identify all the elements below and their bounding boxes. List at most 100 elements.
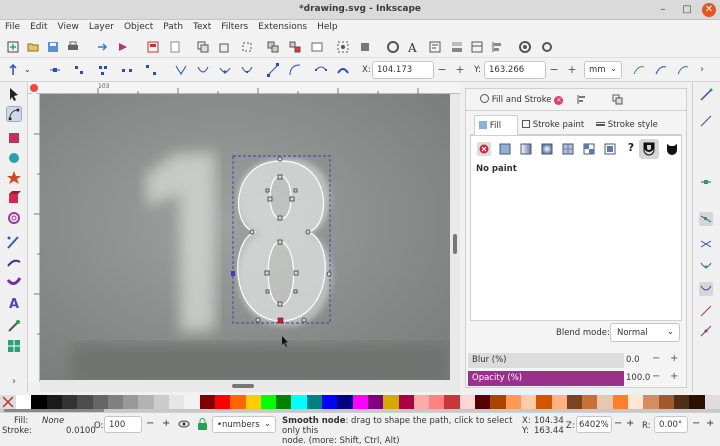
opacity-status-input[interactable]: 100 xyxy=(104,416,142,433)
palette-swatch[interactable] xyxy=(520,395,537,409)
palette-swatch[interactable] xyxy=(475,395,491,409)
palette-swatch[interactable] xyxy=(169,395,185,409)
zoom-decrement[interactable]: − xyxy=(614,418,622,429)
y-coordinate-input[interactable]: 163.266 xyxy=(484,61,546,79)
raise-icon[interactable] xyxy=(310,40,324,54)
snap-bbox-icon[interactable] xyxy=(699,114,713,128)
path-node[interactable] xyxy=(277,239,283,245)
new-document-icon[interactable] xyxy=(6,40,20,54)
path-node[interactable] xyxy=(277,301,283,307)
text-font-dialog-icon[interactable]: A xyxy=(406,40,420,54)
fill-stroke-dialog-icon[interactable] xyxy=(386,40,400,54)
close-tab-icon[interactable]: × xyxy=(554,96,564,105)
minimize-button[interactable]: – xyxy=(656,3,670,17)
x-increment-button[interactable]: + xyxy=(452,61,468,79)
snap-enable-icon[interactable] xyxy=(699,88,713,102)
palette-swatch[interactable] xyxy=(582,395,599,409)
ellipse-tool-icon[interactable] xyxy=(6,150,22,166)
palette-swatch[interactable] xyxy=(214,395,231,409)
insert-node-dropdown-icon[interactable]: ⌄ xyxy=(24,63,38,77)
palette-swatch[interactable] xyxy=(490,395,507,409)
spiral-tool-icon[interactable] xyxy=(6,210,22,226)
color-managed-icon[interactable] xyxy=(28,82,40,94)
palette-swatch[interactable] xyxy=(352,395,369,409)
zoom-drawing-icon[interactable] xyxy=(358,40,372,54)
menu-view[interactable]: View xyxy=(53,20,84,32)
palette-swatch[interactable] xyxy=(199,395,216,409)
path-node[interactable] xyxy=(293,188,298,193)
delete-nodes-icon[interactable] xyxy=(48,63,62,77)
symmetric-node-icon[interactable] xyxy=(218,63,232,77)
star-tool-icon[interactable] xyxy=(6,170,22,186)
path-node[interactable] xyxy=(255,317,261,323)
clone-icon[interactable] xyxy=(218,40,232,54)
palette-swatch[interactable] xyxy=(138,395,155,409)
expand-toolbox-icon[interactable]: › xyxy=(6,376,22,392)
palette-swatch[interactable] xyxy=(123,395,140,409)
fill-rule-nonzero-icon[interactable] xyxy=(665,142,679,156)
no-color-swatch-icon[interactable] xyxy=(2,396,14,408)
rotation-decrement[interactable]: − xyxy=(692,418,700,429)
snap-midpoint-icon[interactable] xyxy=(699,304,713,318)
segment-curve-icon[interactable] xyxy=(288,63,302,77)
fill-rule-evenodd-icon[interactable] xyxy=(639,139,659,159)
palette-swatch[interactable] xyxy=(260,395,277,409)
snap-smooth-icon[interactable] xyxy=(699,282,713,296)
palette-swatch[interactable] xyxy=(643,395,660,409)
opacity-value[interactable]: 100.0 xyxy=(626,373,650,383)
x-decrement-button[interactable]: − xyxy=(434,61,450,79)
pen-tool-icon[interactable] xyxy=(6,234,22,250)
palette-swatch[interactable] xyxy=(245,395,262,409)
open-file-icon[interactable] xyxy=(26,40,40,54)
palette-swatch[interactable] xyxy=(276,395,293,409)
no-paint-icon[interactable] xyxy=(477,142,491,156)
palette-swatch[interactable] xyxy=(459,395,476,409)
snap-cusp-icon[interactable] xyxy=(699,260,713,274)
text-tool-icon[interactable]: A xyxy=(6,294,22,310)
path-node[interactable] xyxy=(249,229,255,235)
opacity-status-increment[interactable]: + xyxy=(162,418,170,429)
opacity-slider[interactable]: Opacity (%) xyxy=(468,371,624,386)
palette-swatch[interactable] xyxy=(658,395,675,409)
pencil-tool-icon[interactable] xyxy=(6,254,22,270)
palette-swatch[interactable] xyxy=(184,395,201,409)
tab-stroke-style[interactable]: Stroke style xyxy=(596,120,658,130)
path-node[interactable] xyxy=(264,270,270,276)
menu-object[interactable]: Object xyxy=(119,20,158,32)
path-node[interactable] xyxy=(305,229,311,235)
duplicate-icon[interactable] xyxy=(196,40,210,54)
tab-fill-and-stroke[interactable]: Fill and Stroke × xyxy=(476,93,567,106)
y-decrement-button[interactable]: − xyxy=(546,61,562,79)
tab-fill[interactable]: Fill xyxy=(474,115,518,135)
palette-swatch[interactable] xyxy=(429,395,446,409)
menu-edit[interactable]: Edit xyxy=(25,20,52,32)
blur-value[interactable]: 0.0 xyxy=(626,355,640,365)
opacity-decrement-button[interactable]: − xyxy=(652,371,660,382)
palette-swatch[interactable] xyxy=(551,395,568,409)
path-node[interactable] xyxy=(277,156,283,162)
palette-swatch[interactable] xyxy=(398,395,415,409)
show-mask-icon[interactable] xyxy=(654,63,668,77)
selected-smooth-node[interactable] xyxy=(277,317,284,324)
path-node[interactable] xyxy=(277,215,283,221)
fill-status-value[interactable]: None xyxy=(42,416,64,426)
scroll-thumb[interactable] xyxy=(232,384,254,388)
path-node[interactable] xyxy=(265,188,270,193)
import-icon[interactable] xyxy=(96,40,110,54)
palette-swatch[interactable] xyxy=(628,395,644,409)
mesh-tool-icon[interactable] xyxy=(6,338,22,354)
layer-select[interactable]: •numbers ⌄ xyxy=(212,416,276,433)
path-node[interactable] xyxy=(293,289,298,294)
palette-swatch[interactable] xyxy=(444,395,461,409)
calligraphy-tool-icon[interactable] xyxy=(6,274,22,290)
palette-swatch[interactable] xyxy=(505,395,522,409)
path-node[interactable] xyxy=(267,196,273,202)
palette-swatch[interactable] xyxy=(61,395,78,409)
cusp-node-icon[interactable] xyxy=(174,63,188,77)
eye-icon[interactable] xyxy=(178,419,190,429)
rotation-input[interactable]: 0.00° xyxy=(654,416,688,433)
path-node[interactable] xyxy=(289,196,295,202)
snap-path-icon[interactable] xyxy=(699,212,713,226)
unit-select[interactable]: mm ⌄ xyxy=(584,61,622,79)
path-node[interactable] xyxy=(293,270,299,276)
